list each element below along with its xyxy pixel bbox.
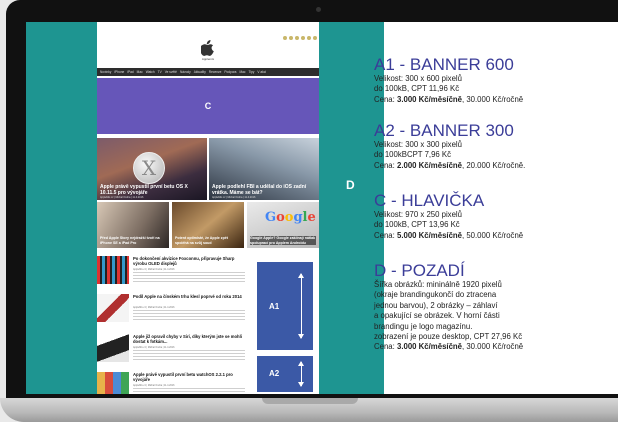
feature-article[interactable]: Před Apple Story nejdražší tvoří na iPho… bbox=[97, 202, 169, 248]
social-icons bbox=[283, 36, 317, 40]
nav-item[interactable]: Watch bbox=[146, 70, 155, 74]
laptop-mockup: Applemix Novinky iPhone iPad Mac Watch T… bbox=[0, 0, 618, 422]
offer-price: Cena: 2.000 Kč/měsíčně, 20.000 Kč/ročně. bbox=[374, 160, 526, 170]
nav-item[interactable]: Mac bbox=[239, 70, 245, 74]
article-excerpt bbox=[133, 350, 245, 362]
offer-price: Cena: 3.000 Kč/měsíčně, 30.000 Kč/ročně bbox=[374, 94, 524, 104]
banner-a2: A2 bbox=[257, 356, 313, 392]
site-navigation: Novinky iPhone iPad Mac Watch TV Ve svět… bbox=[97, 68, 319, 76]
hero-title: Apple podlehl FBI a udělal do iOS zadní … bbox=[212, 184, 307, 196]
feature-title: Potent optimisté, že Apple zpět spoléhá … bbox=[175, 236, 228, 245]
article-excerpt bbox=[133, 310, 245, 322]
vertical-size-arrow-icon bbox=[298, 273, 304, 339]
banner-a1-label: A1 bbox=[269, 302, 280, 311]
list-item[interactable]: Apple již opravil chyby v Siri, díky kte… bbox=[97, 332, 249, 366]
article-meta: AppleMix.cz | Michal Ondra | 11.4.2016 bbox=[133, 384, 175, 387]
article-title: Podíl Apple na čínském trhu klesl poprvé… bbox=[133, 294, 242, 299]
banner-a2-label: A2 bbox=[269, 369, 280, 378]
background-d-label: D bbox=[346, 178, 355, 192]
nav-item[interactable]: V akci bbox=[257, 70, 266, 74]
offer-price: Cena: 3.000 Kč/měsíčně, 30.000 Kč/ročně bbox=[374, 342, 524, 352]
list-item[interactable]: Po dokončení akvizice Foxconnu, připravu… bbox=[97, 254, 249, 288]
offer-line: Velikost: 970 x 250 pixelů bbox=[374, 210, 462, 219]
offer-price: Cena: 5.000 Kč/měsíčně, 50.000 Kč/ročně bbox=[374, 230, 524, 240]
apple-logo-icon bbox=[201, 40, 214, 56]
hero-meta: AppleMix.cz | Michal Ondra | 11.4.2016 bbox=[100, 196, 144, 199]
camera-dot bbox=[316, 7, 321, 12]
website-preview: Applemix Novinky iPhone iPad Mac Watch T… bbox=[97, 22, 319, 394]
google-plus-icon[interactable] bbox=[289, 36, 293, 40]
vertical-size-arrow-icon bbox=[298, 361, 304, 387]
offer-line: Šířka obrázků: mininálně 1920 pixelů bbox=[374, 280, 502, 289]
nav-item[interactable]: iPad bbox=[127, 70, 133, 74]
hero-meta: AppleMix.cz | Michal Ondra | 11.4.2016 bbox=[212, 196, 256, 199]
article-thumbnail bbox=[97, 256, 129, 284]
list-item[interactable]: Podíl Apple na čínském trhu klesl poprvé… bbox=[97, 292, 249, 326]
hero-article-left[interactable]: Apple právě vypustil první betu OS X 10.… bbox=[97, 138, 207, 200]
article-title: Apple právě vypustil první betu watchOS … bbox=[133, 372, 233, 382]
offer-line: Velikost: 300 x 300 pixelů bbox=[374, 140, 462, 149]
offer-line: do 100kB, CPT 13,96 Kč bbox=[374, 220, 460, 230]
offer-c: C - HLAVIČKA Velikost: 970 x 250 pixelů … bbox=[374, 192, 590, 241]
mail-icon[interactable] bbox=[313, 36, 317, 40]
facebook-icon[interactable] bbox=[283, 36, 287, 40]
offer-line: jednou barvou), 2 obrázky – záhlaví bbox=[374, 300, 498, 310]
article-title: Apple již opravil chyby v Siri, díky kte… bbox=[133, 334, 242, 344]
os-x-logo-icon bbox=[133, 152, 165, 184]
offer-line: zobrazení je pouze desktop, CPT 27,96 Kč bbox=[374, 332, 523, 342]
offer-line: do 100kBCPT 7,96 Kč bbox=[374, 150, 452, 160]
article-excerpt bbox=[133, 388, 245, 394]
offer-a1: A1 - BANNER 600 Velikost: 300 x 600 pixe… bbox=[374, 56, 590, 105]
offer-title: D - POZADÍ bbox=[374, 261, 465, 280]
feature-title: Před Apple Story nejdražší tvoří na iPho… bbox=[100, 236, 160, 245]
rss-icon[interactable] bbox=[295, 36, 299, 40]
offer-d: D - POZADÍ Šířka obrázků: mininálně 1920… bbox=[374, 262, 590, 353]
nav-item[interactable]: Mac bbox=[137, 70, 143, 74]
google-logo-icon: Google bbox=[265, 210, 316, 225]
list-item[interactable]: Apple právě vypustil první betu watchOS … bbox=[97, 370, 249, 394]
nav-item[interactable]: Recenze bbox=[209, 70, 222, 74]
twitter-icon[interactable] bbox=[307, 36, 311, 40]
article-thumbnail bbox=[97, 334, 129, 362]
offer-line: a opakující se obrázek. V horní části bbox=[374, 311, 500, 321]
offer-a2: A2 - BANNER 300 Velikost: 300 x 300 pixe… bbox=[374, 122, 590, 171]
offer-title: A2 - BANNER 300 bbox=[374, 121, 514, 140]
nav-item[interactable]: Tipy bbox=[248, 70, 254, 74]
feature-title: Google Apple? Google zaklínají nátlak sp… bbox=[250, 236, 316, 245]
site-name: Applemix bbox=[201, 57, 215, 61]
nav-item[interactable]: Podpora bbox=[224, 70, 236, 74]
nav-item[interactable]: iPhone bbox=[114, 70, 124, 74]
laptop-notch bbox=[262, 398, 358, 404]
article-thumbnail bbox=[97, 372, 129, 394]
banner-c-header: C bbox=[97, 78, 319, 134]
nav-item[interactable]: Návody bbox=[180, 70, 191, 74]
nav-item[interactable]: Aktuality bbox=[194, 70, 206, 74]
banner-a1: A1 bbox=[257, 262, 313, 350]
nav-item[interactable]: Ve světě bbox=[165, 70, 177, 74]
offer-title: A1 - BANNER 600 bbox=[374, 55, 514, 74]
hero-title: Apple právě vypustil první betu OS X 10.… bbox=[100, 184, 188, 196]
article-thumbnail bbox=[97, 294, 129, 322]
youtube-icon[interactable] bbox=[301, 36, 305, 40]
offer-line: (okraje brandingukončí do ztracena bbox=[374, 290, 497, 300]
background-branding-area: Applemix Novinky iPhone iPad Mac Watch T… bbox=[26, 22, 384, 394]
article-excerpt bbox=[133, 272, 245, 284]
site-header: Applemix bbox=[97, 22, 319, 66]
hero-article-right[interactable]: Apple podlehl FBI a udělal do iOS zadní … bbox=[209, 138, 319, 200]
feature-article[interactable]: Google Google Apple? Google zaklínají ná… bbox=[247, 202, 319, 248]
nav-item[interactable]: Novinky bbox=[100, 70, 111, 74]
article-title: Po dokončení akvizice Foxconnu, připravu… bbox=[133, 256, 235, 266]
offer-line: Velikost: 300 x 600 pixelů bbox=[374, 74, 462, 83]
offer-line: do 100kB, CPT 11,96 Kč bbox=[374, 84, 460, 94]
feature-article[interactable]: Potent optimisté, že Apple zpět spoléhá … bbox=[172, 202, 244, 248]
article-meta: AppleMix.cz | Michal Ondra | 11.4.2016 bbox=[133, 346, 175, 349]
article-meta: AppleMix.cz | Michal Ondra | 11.4.2016 bbox=[133, 268, 175, 271]
nav-item[interactable]: TV bbox=[158, 70, 162, 74]
offer-line: brandingu je logo magazínu. bbox=[374, 321, 473, 331]
offer-title: C - HLAVIČKA bbox=[374, 191, 485, 210]
article-meta: AppleMix.cz | Michal Ondra | 11.4.2016 bbox=[133, 306, 175, 309]
